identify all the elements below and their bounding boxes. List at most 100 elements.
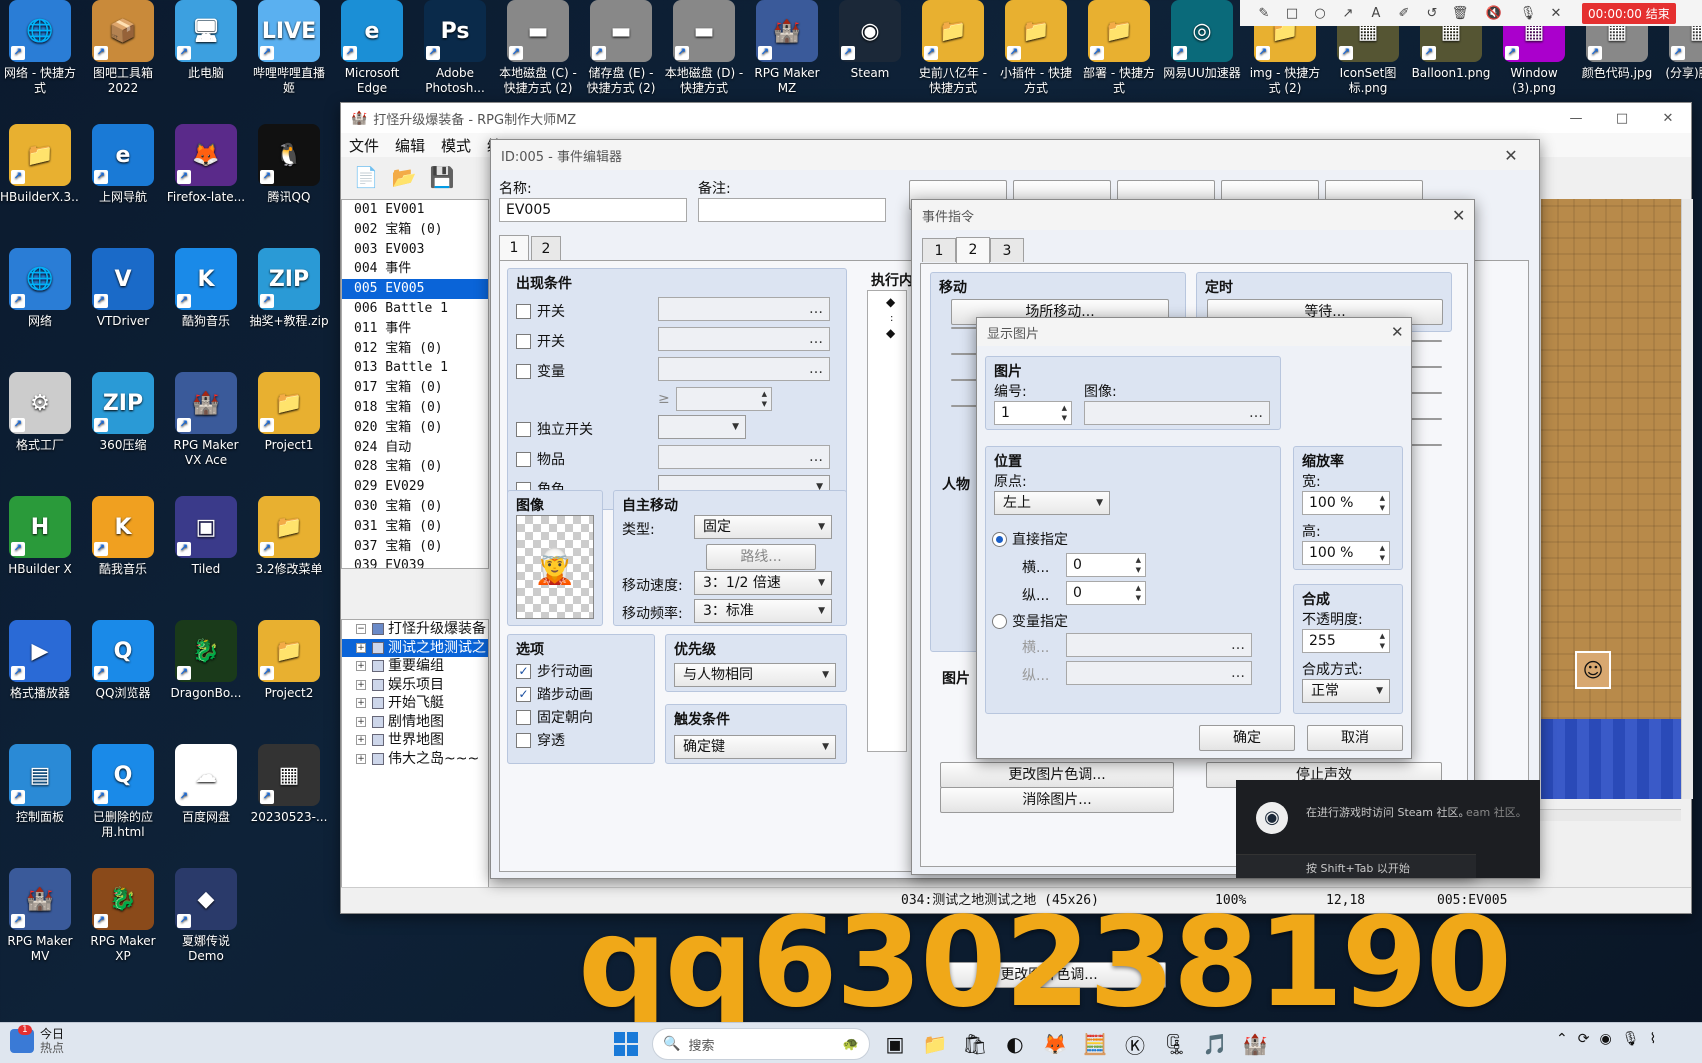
tray-sync-icon[interactable]: ⟳: [1578, 1031, 1590, 1047]
priority-select[interactable]: 与人物相同: [674, 663, 836, 687]
mic-icon[interactable]: 🎙: [1514, 6, 1542, 21]
desktop-icon[interactable]: 🐉 ↗ DragonBo...: [166, 620, 246, 701]
event-list-row[interactable]: 001 EV001: [342, 200, 488, 220]
tree-root[interactable]: − 打怪升级爆装备: [342, 620, 488, 639]
tray-wifi-icon[interactable]: ⌇: [1649, 1031, 1656, 1047]
desktop-icon[interactable]: 📁 ↗ 史前八亿年 - 快捷方式: [913, 0, 993, 96]
erase-picture-button[interactable]: 消除图片...: [940, 787, 1174, 813]
desktop-icon[interactable]: ◆ ↗ 夏娜传说 Demo: [166, 868, 246, 964]
event-note-input[interactable]: [698, 198, 886, 222]
map-tree-item[interactable]: + 世界地图: [342, 731, 488, 750]
desktop-icon[interactable]: ☁ ↗ 百度网盘: [166, 744, 246, 825]
desktop-icon[interactable]: K ↗ 酷我音乐: [83, 496, 163, 577]
width-input[interactable]: 100 %: [1302, 491, 1390, 515]
switch2-checkbox[interactable]: 开关: [516, 331, 565, 351]
cancel-button[interactable]: 取消: [1307, 725, 1403, 751]
new-project-icon[interactable]: 📄: [351, 162, 381, 192]
desktop-icon[interactable]: 🏰 ↗ RPG Maker MV: [0, 868, 80, 964]
page-tab-2[interactable]: 2: [531, 236, 561, 260]
desktop-icon[interactable]: ▣ ↗ Tiled: [166, 496, 246, 577]
picture-number-input[interactable]: 1: [994, 401, 1072, 425]
menu-edit[interactable]: 编辑: [395, 135, 425, 156]
event-list-row[interactable]: 006 Battle 1: [342, 299, 488, 319]
direct-designation-radio[interactable]: 直接指定: [992, 529, 1068, 549]
news-widget[interactable]: 1 今日 热点: [10, 1025, 64, 1055]
desktop-icon[interactable]: ZIP ↗ 360压缩: [83, 372, 163, 453]
desktop-icon[interactable]: LIVE ↗ 哔哩哔哩直播姬: [249, 0, 329, 96]
start-icon[interactable]: [614, 1032, 638, 1056]
menu-mode[interactable]: 模式: [441, 135, 471, 156]
desktop-icon[interactable]: 🏰 ↗ RPG Maker MZ: [747, 0, 827, 96]
desktop-icon[interactable]: 📁 ↗ 部署 - 快捷方式: [1079, 0, 1159, 96]
desktop-icon[interactable]: 📁 ↗ 3.2修改菜单: [249, 496, 329, 577]
desktop-icon[interactable]: ◎ ↗ 网易UU加速器: [1162, 0, 1242, 81]
event-list-row[interactable]: 028 宝箱 (0): [342, 457, 488, 477]
desktop-icon[interactable]: ZIP ↗ 抽奖+教程.zip: [249, 248, 329, 329]
desktop-icon[interactable]: e ↗ 上网导航: [83, 124, 163, 205]
cmd-tab-2[interactable]: 2: [956, 237, 990, 263]
event-list-row[interactable]: 029 EV029: [342, 477, 488, 497]
close-icon[interactable]: ✕: [1491, 146, 1531, 165]
option-checkbox[interactable]: 固定朝向: [516, 707, 593, 727]
map-tree-item[interactable]: + 伟大之岛~~~: [342, 750, 488, 769]
switch1-checkbox[interactable]: 开关: [516, 301, 565, 321]
event-list-row[interactable]: 030 宝箱 (0): [342, 497, 488, 517]
opacity-input[interactable]: 255: [1302, 629, 1390, 653]
event-name-input[interactable]: EV005: [499, 198, 687, 222]
var-x-field[interactable]: [1066, 633, 1252, 657]
event-list-row[interactable]: 017 宝箱 (0): [342, 378, 488, 398]
desktop-icon[interactable]: ▶ ↗ 格式播放器: [0, 620, 80, 701]
cmd-tab-3[interactable]: 3: [990, 238, 1024, 262]
expand-icon[interactable]: +: [356, 716, 366, 727]
map-tree-item[interactable]: + 重要编组: [342, 657, 488, 676]
blend-mode-select[interactable]: 正常: [1302, 679, 1390, 703]
tray-mic-icon[interactable]: 🎙: [1622, 1031, 1640, 1047]
variable-field[interactable]: [658, 357, 830, 381]
event-list-row[interactable]: 018 宝箱 (0): [342, 398, 488, 418]
map-tree-item[interactable]: + 剧情地图: [342, 713, 488, 732]
desktop-icon[interactable]: 📁 ↗ Project2: [249, 620, 329, 701]
desktop-icon[interactable]: ▬ ↗ 本地磁盘 (C) - 快捷方式 (2): [498, 0, 578, 96]
desktop-icon[interactable]: H ↗ HBuilder X: [0, 496, 80, 577]
contents-list[interactable]: ◆ : ◆: [867, 290, 907, 752]
open-project-icon[interactable]: 📂: [389, 162, 419, 192]
desktop-icon[interactable]: ▬ ↗ 储存盘 (E) - 快捷方式 (2): [581, 0, 661, 96]
desktop-icon[interactable]: ▦ ↗ 20230523-...: [249, 744, 329, 825]
ok-button[interactable]: 确定: [1199, 725, 1295, 751]
desktop-icon[interactable]: ▤ ↗ 控制面板: [0, 744, 80, 825]
expand-icon[interactable]: +: [356, 698, 366, 709]
menu-file[interactable]: 文件: [349, 135, 379, 156]
calculator-icon[interactable]: 🧮: [1080, 1029, 1110, 1059]
option-checkbox[interactable]: 穿透: [516, 730, 565, 750]
move-type-select[interactable]: 固定: [694, 515, 832, 539]
stop-record-button[interactable]: 00:00:00 结束: [1582, 2, 1676, 24]
variable-designation-radio[interactable]: 变量指定: [992, 611, 1068, 631]
event-list-row[interactable]: 039 EV039: [342, 556, 488, 568]
close-icon[interactable]: ✕: [1391, 323, 1404, 341]
marker-icon[interactable]: ✐: [1390, 6, 1418, 21]
tint-picture-button[interactable]: 更改图片色调...: [940, 762, 1174, 788]
expand-icon[interactable]: +: [356, 661, 366, 672]
desktop-icon[interactable]: V ↗ VTDriver: [83, 248, 163, 329]
event-list-row[interactable]: 024 自动: [342, 438, 488, 458]
maximize-icon[interactable]: □: [1599, 111, 1645, 126]
desktop-icon[interactable]: 📁 ↗ HBuilderX.3....: [0, 124, 80, 205]
y-input[interactable]: 0: [1066, 581, 1146, 605]
tray-network-icon[interactable]: ◉: [1599, 1031, 1611, 1047]
origin-select[interactable]: 左上: [994, 491, 1110, 515]
desktop-icon[interactable]: 📁 ↗ 小插件 - 快捷方式: [996, 0, 1076, 96]
cmd-tab-1[interactable]: 1: [922, 238, 956, 262]
arrow-icon[interactable]: ↗: [1334, 6, 1362, 21]
desktop-icon[interactable]: e ↗ Microsoft Edge: [332, 0, 412, 96]
event-list-row[interactable]: 002 宝箱 (0): [342, 220, 488, 240]
self-switch-select[interactable]: [658, 415, 746, 439]
event-list-row[interactable]: 005 EV005: [342, 279, 488, 299]
zip-icon[interactable]: 🗜: [1160, 1029, 1190, 1059]
close-icon[interactable]: ✕: [1645, 111, 1691, 126]
move-freq-select[interactable]: 3：标准: [694, 599, 832, 623]
desktop-icon[interactable]: 🦊 ↗ Firefox-late...: [166, 124, 246, 205]
switch2-field[interactable]: [658, 327, 830, 351]
event-list-row[interactable]: 004 事件: [342, 259, 488, 279]
desktop-icon[interactable]: Q ↗ 已删除的应用.html: [83, 744, 163, 840]
variable-checkbox[interactable]: 变量: [516, 361, 565, 381]
